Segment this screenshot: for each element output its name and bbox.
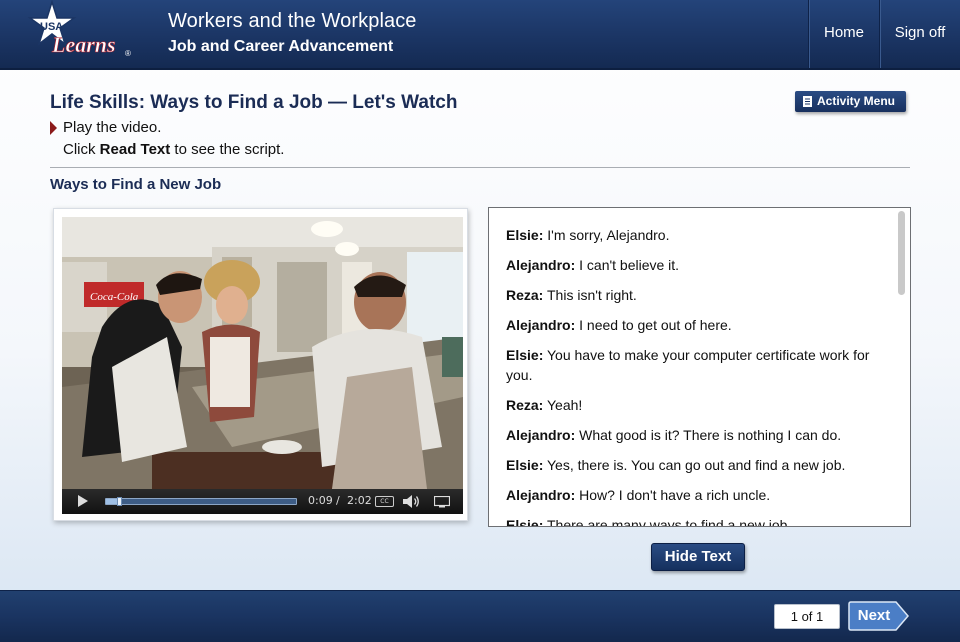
svg-text:Learns: Learns: [51, 32, 116, 57]
speaker-name: Elsie:: [506, 457, 544, 473]
hide-text-button[interactable]: Hide Text: [651, 543, 745, 571]
sign-off-nav-button[interactable]: Sign off: [880, 0, 960, 68]
transcript-line: Elsie: You have to make your computer ce…: [506, 345, 876, 385]
transcript-line: Elsie: There are many ways to find a new…: [506, 515, 876, 527]
next-button[interactable]: [848, 601, 910, 631]
spoken-text: I'm sorry, Alejandro.: [547, 227, 670, 243]
section-title: Ways to Find a New Job: [50, 176, 222, 193]
activity-menu-button[interactable]: Activity Menu: [795, 91, 906, 112]
play-icon[interactable]: [78, 495, 88, 507]
volume-icon[interactable]: [402, 495, 420, 508]
instruction-bold: Read Text: [99, 141, 171, 158]
page-counter: 1 of 1: [774, 604, 840, 629]
time-separator: /: [336, 494, 340, 507]
transcript-line: Alejandro: What good is it? There is not…: [506, 425, 876, 445]
instruction-play: Play the video.: [63, 119, 162, 136]
transcript-line: Alejandro: I need to get out of here.: [506, 315, 876, 335]
transcript-line: Elsie: I'm sorry, Alejandro.: [506, 225, 876, 245]
spoken-text: Yeah!: [547, 397, 583, 413]
transcript-lines: Elsie: I'm sorry, Alejandro. Alejandro: I…: [506, 225, 876, 527]
speaker-name: Reza:: [506, 287, 544, 303]
fullscreen-icon[interactable]: [434, 496, 450, 508]
transcript-line: Reza: Yeah!: [506, 395, 876, 415]
speaker-name: Elsie:: [506, 517, 544, 527]
speaker-name: Alejandro:: [506, 427, 576, 443]
spoken-text: I need to get out of here.: [579, 317, 732, 333]
speaker-name: Elsie:: [506, 347, 544, 363]
spoken-text: You have to make your computer certifica…: [506, 347, 870, 383]
closed-caption-icon[interactable]: CC: [375, 496, 394, 507]
instruction-suffix: to see the script.: [170, 141, 285, 158]
page-title: Life Skills: Ways to Find a Job — Let's …: [50, 92, 458, 113]
speaker-name: Alejandro:: [506, 317, 576, 333]
transcript-line: Alejandro: I can't believe it.: [506, 255, 876, 275]
spoken-text: What good is it? There is nothing I can …: [579, 427, 842, 443]
speaker-name: Alejandro:: [506, 487, 576, 503]
instruction-arrow-icon: [50, 121, 57, 135]
spoken-text: There are many ways to find a new job.: [547, 517, 792, 527]
svg-text:®: ®: [125, 49, 131, 58]
usa-learns-logo[interactable]: USA Learns ®: [22, 0, 142, 66]
instruction-read-text: Click Read Text to see the script.: [63, 141, 284, 158]
speaker-name: Elsie:: [506, 227, 544, 243]
footer-bar: 1 of 1 Next: [0, 590, 960, 642]
video-frame-image[interactable]: Coca-Cola: [62, 217, 463, 489]
transcript-scrollbar[interactable]: [898, 211, 905, 295]
activity-menu-label: Activity Menu: [817, 94, 896, 108]
transcript-panel[interactable]: Elsie: I'm sorry, Alejandro. Alejandro: I…: [488, 207, 911, 527]
transcript-line: Alejandro: How? I don't have a rich uncl…: [506, 485, 876, 505]
spoken-text: I can't believe it.: [579, 257, 680, 273]
spoken-text: Yes, there is. You can go out and find a…: [547, 457, 846, 473]
menu-book-icon: [803, 96, 812, 107]
instruction-prefix: Click: [63, 141, 100, 158]
video-player: Coca-Cola 0:09 / 2:02 CC: [53, 208, 468, 521]
spoken-text: This isn't right.: [547, 287, 637, 303]
header-title: Workers and the Workplace: [168, 10, 417, 32]
spoken-text: How? I don't have a rich uncle.: [579, 487, 771, 503]
video-progress-bar[interactable]: [105, 497, 297, 506]
transcript-line: Elsie: Yes, there is. You can go out and…: [506, 455, 876, 475]
section-divider: [50, 167, 910, 168]
home-nav-button[interactable]: Home: [809, 0, 879, 68]
duration: 2:02: [347, 494, 372, 507]
header-subtitle: Job and Career Advancement: [168, 38, 394, 55]
progress-handle[interactable]: [117, 497, 123, 506]
video-controls: 0:09 / 2:02 CC: [62, 489, 463, 514]
current-time: 0:09: [308, 494, 333, 507]
speaker-name: Reza:: [506, 397, 544, 413]
speaker-name: Alejandro:: [506, 257, 576, 273]
header-bar: USA Learns ® Workers and the Workplace J…: [0, 0, 960, 70]
transcript-line: Reza: This isn't right.: [506, 285, 876, 305]
